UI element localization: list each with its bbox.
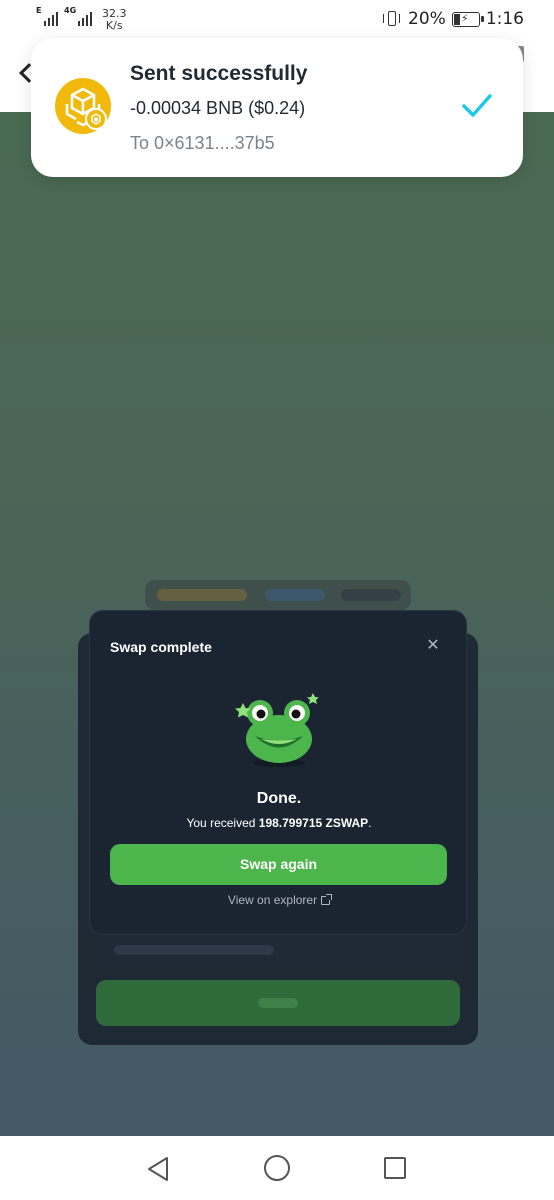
network-type-label: 4G [64, 6, 77, 15]
background-swap-button [96, 980, 460, 1026]
signal-strength-icon-2: 4G [64, 6, 92, 26]
speed-unit: K/s [105, 19, 123, 32]
network-speed: 32.3 K/s [102, 8, 127, 32]
battery-charging-icon: ⚡ [451, 11, 484, 27]
explorer-link-label[interactable]: View on explorer [228, 893, 317, 907]
square-recents-icon[interactable] [384, 1157, 406, 1179]
signal-strength-icon-1: E [36, 6, 58, 26]
toast-amount: -0.00034 BNB ($0.24) [130, 98, 306, 118]
toast-title: Sent successfully [130, 62, 308, 85]
sent-success-toast[interactable]: Sent successfully -0.00034 BNB ($0.24) T… [31, 38, 523, 177]
status-left: E 4G 32.3 K/s [36, 6, 127, 32]
system-nav-bar [0, 1136, 554, 1200]
swap-complete-modal: Swap complete ✕ Done. You received 198.7… [89, 610, 467, 935]
view-on-explorer-link[interactable]: View on explorer [90, 893, 468, 907]
swap-again-button[interactable]: Swap again [110, 844, 447, 885]
frog-mascot-icon [235, 693, 319, 767]
received-text: You received 198.799715 ZSWAP. [90, 816, 468, 830]
received-prefix: You received [186, 816, 259, 830]
close-icon[interactable]: ✕ [424, 637, 442, 655]
background-token-chips [145, 580, 411, 610]
received-amount: 198.799715 ZSWAP [258, 816, 369, 830]
status-bar: E 4G 32.3 K/s 20% ⚡ 1:16 [0, 0, 554, 40]
battery-percent: 20% [408, 9, 446, 29]
clock: 1:16 [485, 9, 524, 29]
toast-recipient: To 0×6131....37b5 [130, 133, 275, 153]
background-input [96, 935, 460, 967]
network-type-label: E [36, 6, 42, 15]
circle-home-icon[interactable] [264, 1155, 290, 1181]
status-right: 20% ⚡ 1:16 [382, 9, 524, 29]
modal-title: Swap complete [110, 639, 212, 655]
check-icon [462, 94, 492, 117]
external-link-icon [321, 894, 333, 905]
done-heading: Done. [256, 790, 302, 807]
vibrate-icon [382, 10, 402, 28]
bnb-chain-badge-icon [85, 108, 107, 130]
triangle-back-icon[interactable] [146, 1156, 170, 1182]
received-suffix: . [368, 816, 372, 830]
bnb-token-icon [55, 78, 111, 134]
